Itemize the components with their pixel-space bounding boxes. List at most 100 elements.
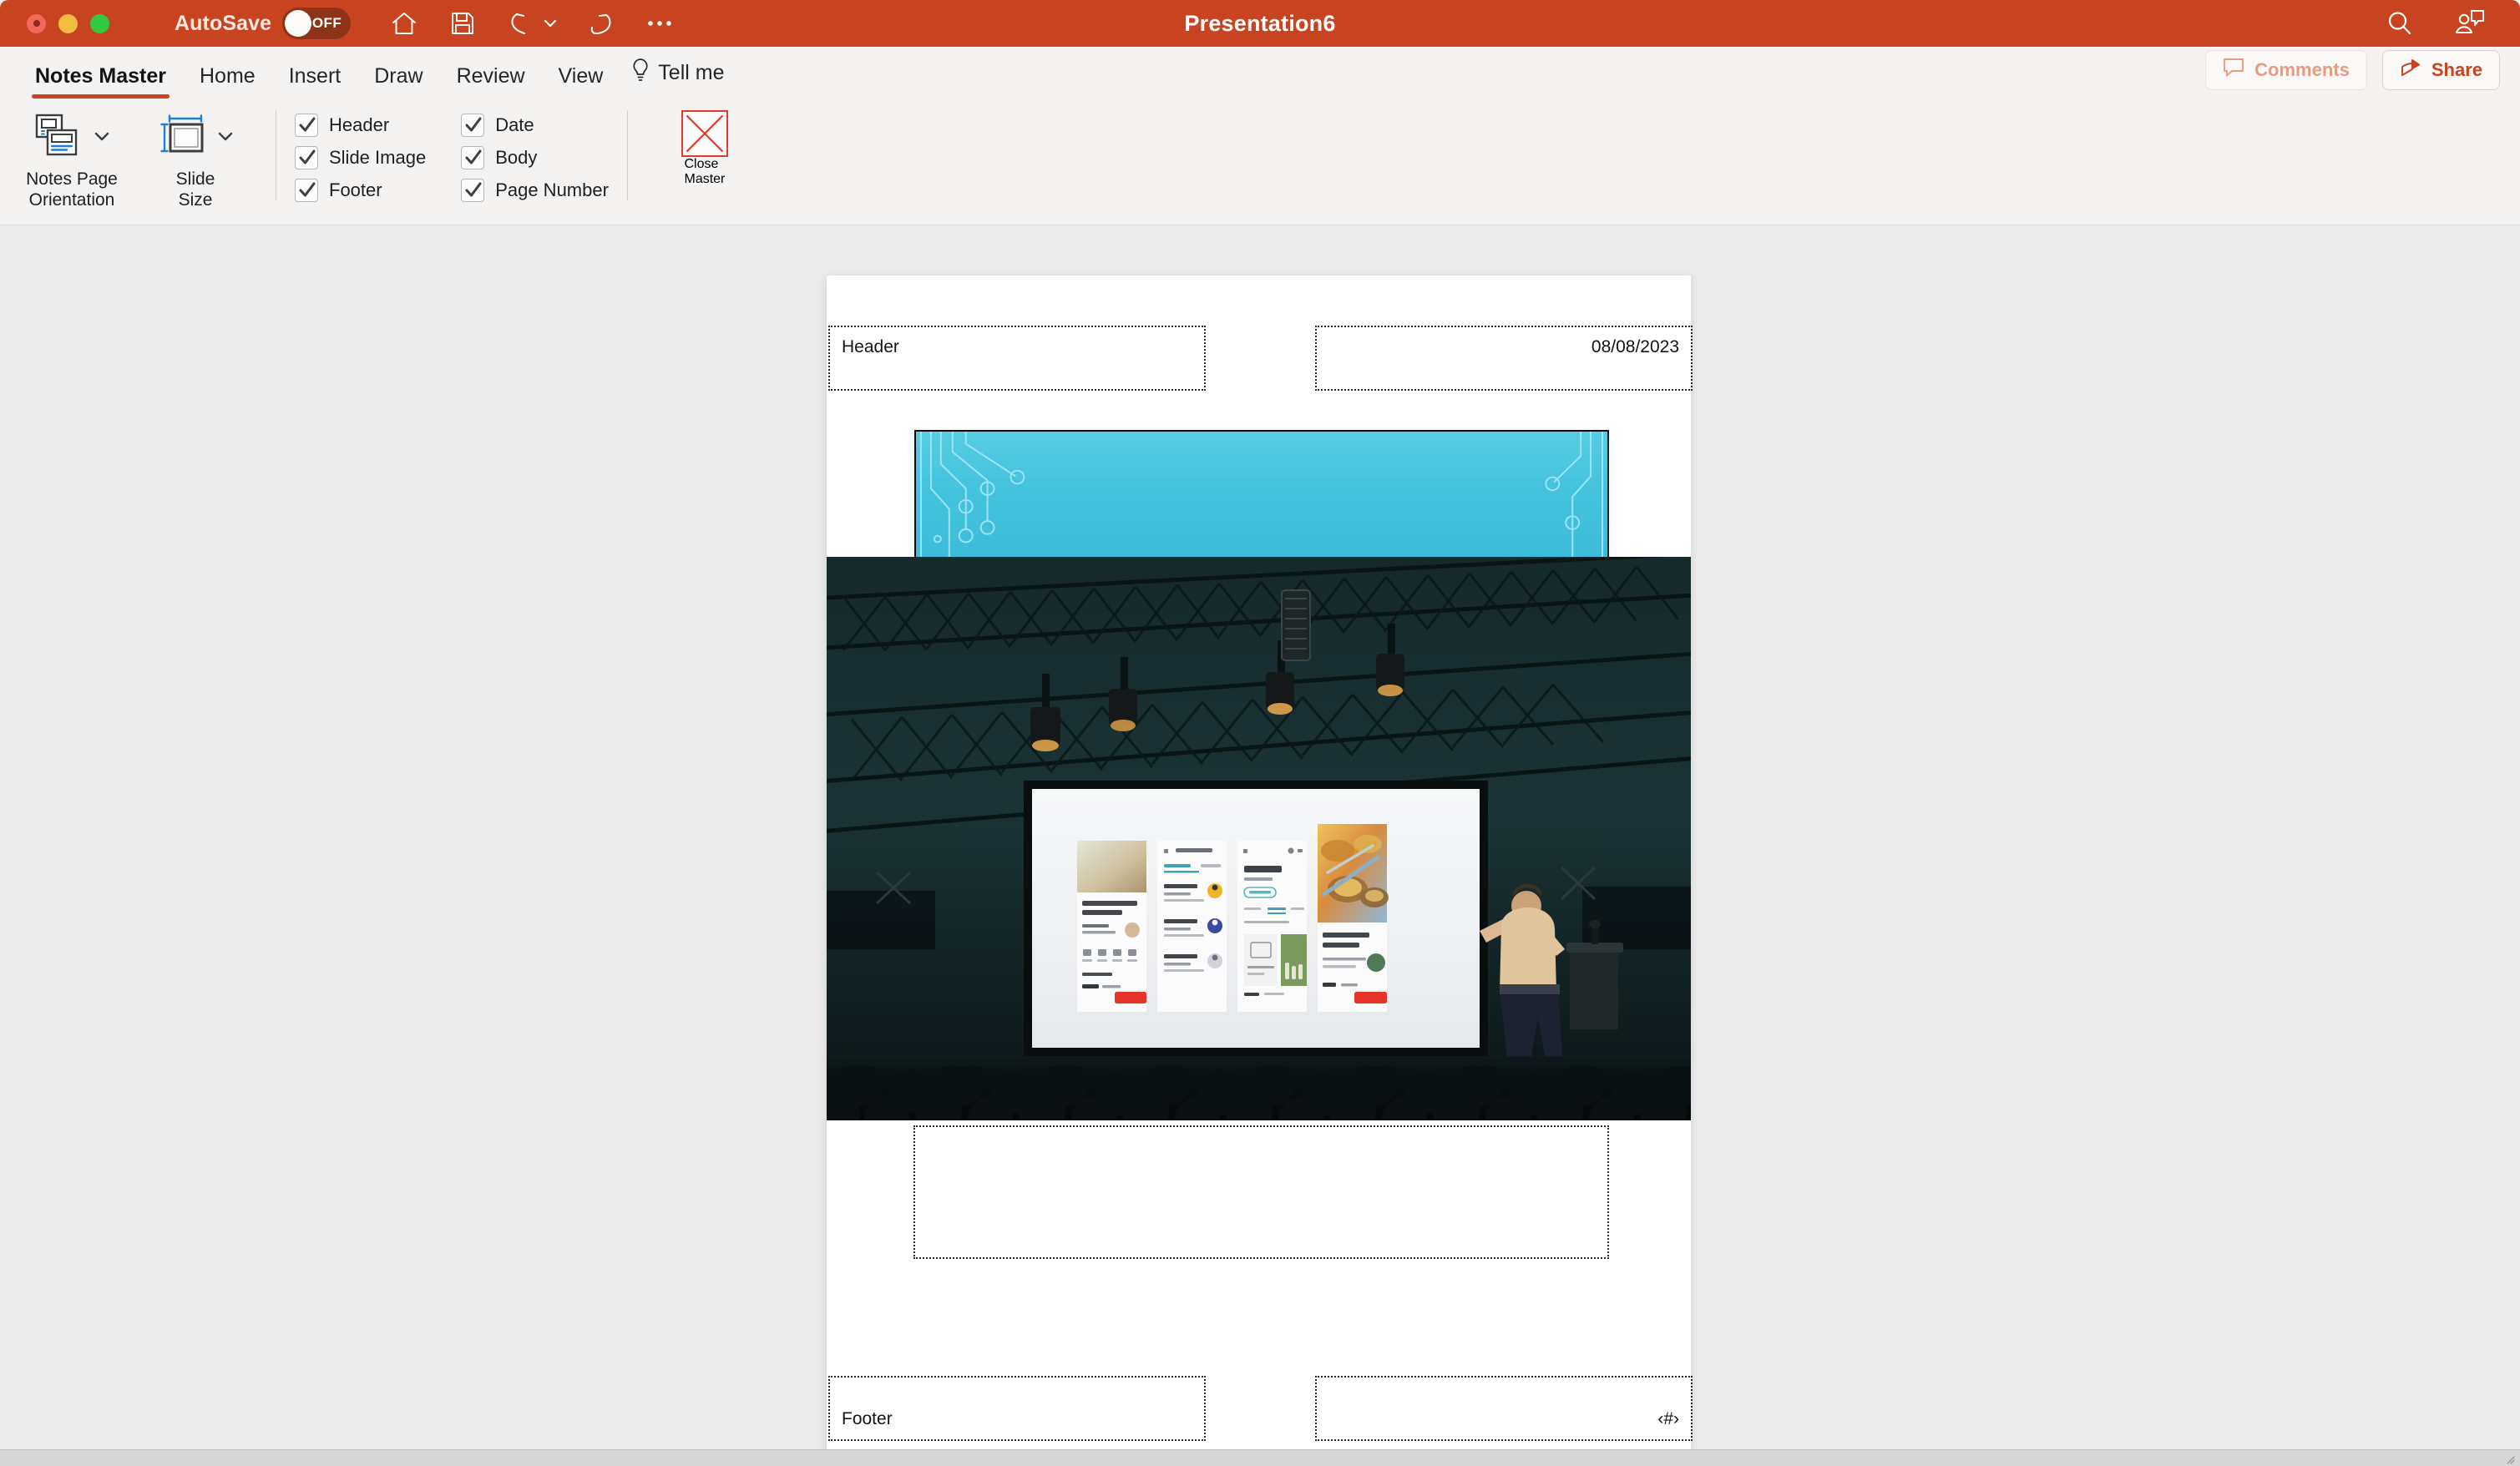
placeholder-column-2: Date Body Page Number	[461, 107, 609, 202]
tab-insert[interactable]: Insert	[272, 64, 358, 99]
tab-label: Insert	[288, 64, 342, 88]
checkbox-box[interactable]	[295, 114, 318, 137]
status-bar	[0, 1449, 2520, 1466]
tab-label: Notes Master	[35, 64, 166, 88]
checkbox-body[interactable]: Body	[461, 146, 609, 169]
label-line-2: Master	[684, 172, 726, 186]
tell-me-label: Tell me	[658, 61, 725, 84]
tab-view[interactable]: View	[542, 64, 620, 99]
ribbon-divider-2	[626, 110, 628, 200]
title-bar: AutoSave OFF Presentation6	[0, 0, 2520, 47]
lightbulb-icon	[631, 58, 650, 88]
autosave-toggle-knob	[285, 10, 312, 37]
checkbox-box[interactable]	[461, 146, 485, 169]
more-commands-icon[interactable]	[643, 7, 676, 40]
comment-bubble-icon	[2223, 58, 2244, 83]
comments-button[interactable]: Comments	[2205, 50, 2367, 90]
footer-placeholder-text: Footer	[842, 1409, 893, 1428]
header-placeholder[interactable]: Header	[828, 326, 1206, 391]
close-master-label: Close Master	[684, 157, 725, 187]
notes-page-orientation-button[interactable]: Notes Page Orientation	[10, 107, 134, 210]
checkbox-box[interactable]	[295, 146, 318, 169]
page-number-placeholder[interactable]: ‹#›	[1315, 1376, 1693, 1441]
share-label: Share	[2431, 59, 2482, 80]
tell-me-button[interactable]: Tell me	[620, 58, 736, 99]
slide-size-label: Slide Size	[176, 169, 215, 210]
checkbox-box[interactable]	[295, 179, 318, 202]
quick-access-toolbar	[387, 7, 676, 40]
label-line-2: Size	[178, 190, 213, 210]
ribbon-actions: Comments Share	[2205, 50, 2520, 99]
title-bar-actions	[2383, 7, 2502, 40]
tab-notes-master[interactable]: Notes Master	[18, 64, 183, 99]
checkbox-label: Date	[495, 114, 534, 135]
tab-label: View	[558, 64, 604, 88]
label-line-1: Slide	[175, 169, 215, 189]
undo-dropdown-icon[interactable]	[541, 7, 559, 40]
page-number-placeholder-text: ‹#›	[1657, 1409, 1679, 1428]
notes-page-orientation-icon	[33, 113, 84, 164]
autosave-label: AutoSave	[175, 11, 272, 35]
checkbox-footer[interactable]: Footer	[295, 179, 426, 202]
checkbox-label: Page Number	[495, 179, 609, 200]
slide-size-button[interactable]: Slide Size	[134, 107, 257, 210]
slide-image-placeholder[interactable]	[914, 430, 1609, 559]
footer-placeholder[interactable]: Footer	[828, 1376, 1206, 1441]
date-placeholder-text: 08/08/2023	[1591, 337, 1679, 356]
resize-grip-icon[interactable]	[2503, 1453, 2515, 1464]
notes-master-page[interactable]: Header 08/08/2023 Footer ‹#›	[827, 276, 1693, 1449]
label-line-2: Orientation	[28, 190, 115, 210]
tab-draw[interactable]: Draw	[357, 64, 439, 99]
maximize-window-button[interactable]	[90, 13, 109, 33]
header-placeholder-text: Header	[842, 337, 899, 356]
window-controls	[27, 13, 109, 33]
document-title: Presentation6	[1184, 10, 1336, 36]
search-icon[interactable]	[2383, 7, 2416, 40]
close-master-x-icon	[681, 110, 728, 157]
checkbox-box[interactable]	[461, 114, 485, 137]
undo-control[interactable]	[504, 7, 559, 40]
chevron-down-icon[interactable]	[93, 129, 111, 147]
placeholder-column-1: Header Slide Image Footer	[295, 107, 426, 202]
checkbox-label: Header	[329, 114, 390, 135]
tab-review[interactable]: Review	[440, 64, 542, 99]
body-placeholder[interactable]	[913, 1125, 1609, 1259]
ribbon-group-page-setup: Notes Page Orientation Slide Size	[10, 107, 257, 217]
date-placeholder[interactable]: 08/08/2023	[1315, 326, 1693, 391]
checkbox-header[interactable]: Header	[295, 114, 426, 137]
close-master-button[interactable]: Close Master	[646, 107, 763, 187]
checkbox-page-number[interactable]: Page Number	[461, 179, 609, 202]
conference-photo[interactable]	[827, 557, 1691, 1120]
autosave-control[interactable]: AutoSave OFF	[175, 8, 352, 39]
tab-label: Draw	[374, 64, 423, 88]
tab-label: Home	[200, 64, 256, 88]
minimize-window-button[interactable]	[58, 13, 78, 33]
home-icon[interactable]	[387, 7, 421, 40]
label-line-1: Close	[684, 157, 719, 171]
ribbon-group-placeholders: Header Slide Image Footer Date Body Page…	[295, 107, 609, 217]
checkbox-box[interactable]	[461, 179, 485, 202]
share-button[interactable]: Share	[2381, 50, 2500, 90]
share-arrow-icon	[2400, 58, 2421, 83]
circuit-trace-decoration	[919, 432, 1604, 558]
collaborators-icon[interactable]	[2453, 7, 2487, 40]
checkbox-slide-image[interactable]: Slide Image	[295, 146, 426, 169]
conference-photo-artwork	[827, 557, 1691, 1120]
undo-icon[interactable]	[504, 7, 538, 40]
ribbon-group-close: Close Master	[646, 107, 763, 217]
redo-icon[interactable]	[584, 7, 618, 40]
tab-home[interactable]: Home	[183, 64, 272, 99]
chevron-down-icon[interactable]	[216, 129, 235, 147]
checkbox-label: Slide Image	[329, 147, 427, 168]
checkbox-date[interactable]: Date	[461, 114, 609, 137]
slide-size-icon	[156, 113, 208, 164]
save-icon[interactable]	[446, 7, 479, 40]
close-window-button[interactable]	[27, 13, 46, 33]
ribbon-tab-strip: Notes Master Home Insert Draw Review Vie…	[0, 47, 2520, 99]
autosave-state-label: OFF	[311, 15, 342, 31]
ribbon-body: Notes Page Orientation Slide Size Header…	[0, 99, 2520, 225]
comments-label: Comments	[2254, 59, 2350, 80]
powerpoint-window: AutoSave OFF Presentation6 Notes Master …	[0, 0, 2520, 1466]
editing-canvas[interactable]: Header 08/08/2023 Footer ‹#›	[0, 225, 2520, 1449]
autosave-toggle[interactable]: OFF	[282, 8, 352, 39]
